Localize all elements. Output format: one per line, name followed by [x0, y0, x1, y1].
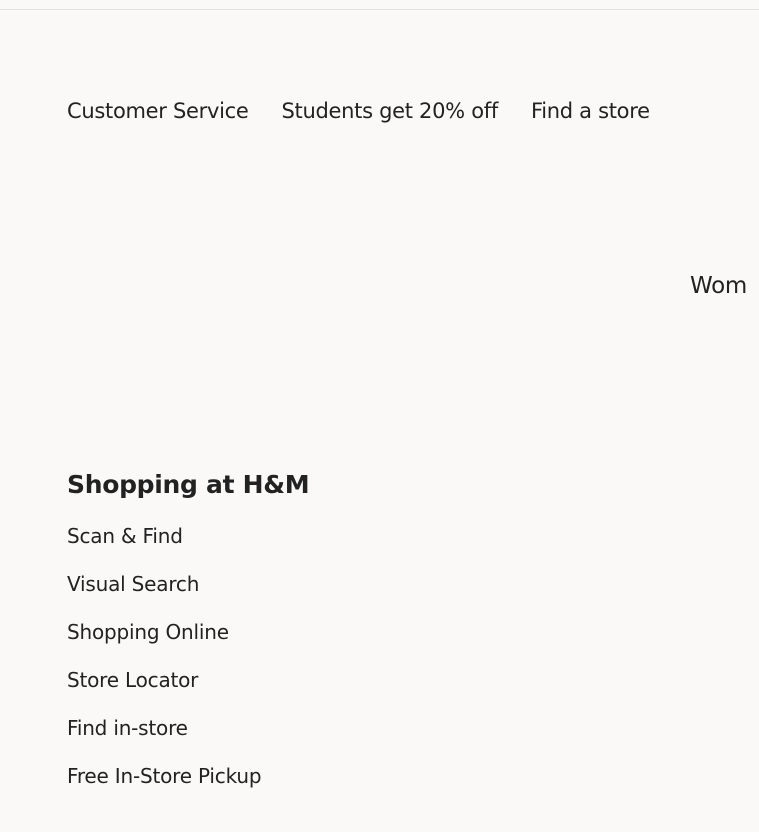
top-divider — [0, 9, 759, 10]
main-category-nav: Wom — [690, 270, 759, 302]
customer-service-link[interactable]: Customer Service — [67, 96, 249, 126]
free-in-store-pickup-link[interactable]: Free In-Store Pickup — [67, 764, 262, 788]
store-locator-link[interactable]: Store Locator — [67, 668, 198, 692]
section-heading: Shopping at H&M — [67, 470, 310, 499]
find-a-store-link[interactable]: Find a store — [531, 96, 650, 126]
list-item: Free In-Store Pickup — [67, 761, 309, 809]
find-in-store-link[interactable]: Find in-store — [67, 716, 188, 740]
category-women-link[interactable]: Wom — [690, 273, 747, 299]
shopping-online-link[interactable]: Shopping Online — [67, 620, 229, 644]
list-item: Visual Search — [67, 569, 309, 617]
list-item: Shopping Online — [67, 617, 309, 665]
students-discount-link[interactable]: Students get 20% off — [282, 96, 499, 126]
list-item: Store Locator — [67, 665, 309, 713]
list-item: Find in-store — [67, 713, 309, 761]
shopping-at-hm-section: Shopping at H&M Scan & Find Visual Searc… — [67, 467, 310, 809]
visual-search-link[interactable]: Visual Search — [67, 572, 199, 596]
list-item: Scan & Find — [67, 521, 309, 569]
scan-and-find-link[interactable]: Scan & Find — [67, 524, 183, 548]
utility-nav: Customer Service Students get 20% off Fi… — [67, 96, 650, 126]
footer-link-list: Scan & Find Visual Search Shopping Onlin… — [67, 521, 309, 809]
